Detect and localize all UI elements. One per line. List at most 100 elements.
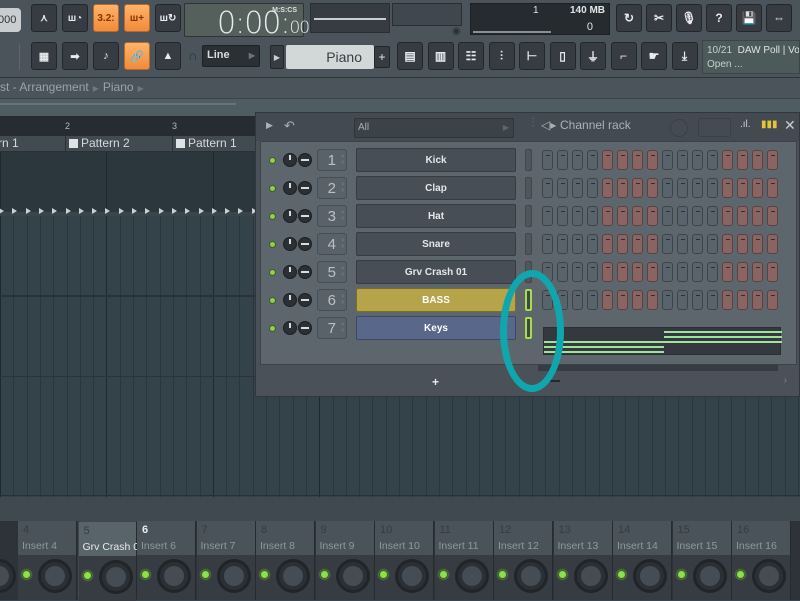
step-button[interactable]	[722, 178, 733, 198]
performance-button[interactable]: ⌐	[610, 42, 637, 70]
insert-enable-led[interactable]	[498, 570, 507, 579]
insert-enable-led[interactable]	[379, 570, 388, 579]
channel-button[interactable]: Clap	[356, 176, 516, 200]
step-button[interactable]	[602, 234, 613, 254]
mixer-track-field[interactable]: 2 › ‹	[317, 177, 347, 199]
insert-header[interactable]: 11 Insert 11	[434, 521, 493, 555]
graph-editor-icon[interactable]: .ıl.	[740, 119, 751, 130]
insert-header[interactable]: 10 Insert 10	[375, 521, 433, 555]
pan-knob[interactable]	[298, 265, 312, 279]
news-open-link[interactable]: Open ...	[707, 59, 743, 70]
channel-select-indicator[interactable]	[525, 205, 532, 227]
step-button[interactable]	[677, 178, 688, 198]
step-button[interactable]	[617, 290, 628, 310]
save-as-button[interactable]: ⇔	[766, 4, 792, 32]
mixer-track-field[interactable]: 4 › ‹	[317, 233, 347, 255]
step-button[interactable]	[767, 290, 778, 310]
step-button[interactable]	[587, 178, 598, 198]
step-button[interactable]	[632, 234, 643, 254]
step-button[interactable]	[737, 206, 748, 226]
channel-rack-button[interactable]: ☷	[458, 42, 484, 70]
download-button[interactable]: ⤓	[671, 42, 698, 70]
step-button[interactable]	[572, 234, 583, 254]
step-button[interactable]	[542, 206, 553, 226]
step-button[interactable]	[692, 290, 703, 310]
step-button[interactable]	[707, 206, 718, 226]
step-button[interactable]	[572, 262, 583, 282]
undo-icon[interactable]: ↶	[284, 118, 295, 134]
channel-button[interactable]: BASS	[356, 288, 516, 312]
step-button[interactable]	[677, 206, 688, 226]
insert-pan-knob[interactable]	[335, 559, 370, 593]
step-button[interactable]	[752, 234, 763, 254]
step-button[interactable]	[632, 178, 643, 198]
step-button[interactable]	[677, 290, 688, 310]
close-icon[interactable]: ✕	[784, 117, 796, 134]
step-button[interactable]	[722, 262, 733, 282]
insert-enable-led[interactable]	[260, 570, 269, 579]
browser-button[interactable]: ⊢	[519, 42, 545, 70]
step-button[interactable]	[662, 290, 673, 310]
mute-led[interactable]	[269, 325, 276, 332]
step-button[interactable]	[677, 234, 688, 254]
mixer-insert[interactable]: 16 Insert 16	[732, 521, 791, 600]
step-button[interactable]	[752, 206, 763, 226]
timeline-ruler[interactable]: 2 3	[0, 116, 256, 136]
pattern-clip[interactable]: rn 1	[0, 136, 66, 152]
step-button[interactable]	[692, 206, 703, 226]
step-button[interactable]	[602, 150, 613, 170]
step-button[interactable]: ♪	[93, 42, 119, 70]
mixer-insert[interactable]: 10 Insert 10	[375, 521, 434, 600]
mixer-insert[interactable]: 7 Insert 7	[196, 521, 256, 600]
step-button[interactable]	[722, 234, 733, 254]
step-button[interactable]	[767, 206, 778, 226]
save-button[interactable]: 💾	[736, 4, 762, 32]
step-button[interactable]	[602, 262, 613, 282]
insert-enable-led[interactable]	[319, 570, 329, 579]
insert-enable-led[interactable]	[736, 570, 745, 579]
add-channel-button[interactable]: +	[432, 375, 439, 389]
insert-pan-knob[interactable]	[514, 559, 548, 593]
step-button[interactable]	[632, 150, 643, 170]
insert-pan-knob[interactable]	[454, 559, 489, 593]
step-button[interactable]	[602, 290, 613, 310]
insert-pan-knob[interactable]	[38, 559, 72, 593]
piano-roll-preview[interactable]	[543, 327, 782, 355]
volume-knob[interactable]	[283, 293, 297, 307]
step-button[interactable]	[707, 178, 718, 198]
step-button[interactable]	[587, 150, 598, 170]
insert-pan-knob[interactable]	[692, 559, 727, 593]
step-button[interactable]	[722, 150, 733, 170]
mixer-track-field[interactable]: 5 › ‹	[317, 261, 347, 283]
channel-select-indicator[interactable]	[525, 177, 532, 199]
mixer-insert[interactable]: 8 Insert 8	[256, 521, 315, 600]
link-button[interactable]: 🔗	[124, 42, 150, 70]
step-button[interactable]	[557, 178, 568, 198]
plugin-button[interactable]: ⏚	[580, 42, 606, 70]
step-scrollbar[interactable]	[538, 365, 778, 371]
piano-roll-view-icon[interactable]: ▮▮▮	[761, 119, 778, 130]
step-button[interactable]	[737, 234, 748, 254]
breadcrumb-item[interactable]: st - Arrangement	[0, 80, 89, 94]
insert-enable-led[interactable]	[141, 570, 150, 579]
channel-filter-select[interactable]: All ▶	[354, 118, 514, 138]
loop-record-button[interactable]: ш↻	[155, 4, 181, 32]
insert-header[interactable]: 9 Insert 9	[315, 521, 374, 555]
mute-led[interactable]	[269, 269, 276, 276]
step-button[interactable]	[557, 262, 568, 282]
step-button[interactable]	[617, 178, 628, 198]
step-button[interactable]	[767, 178, 778, 198]
volume-knob[interactable]	[283, 153, 297, 167]
step-button[interactable]	[722, 206, 733, 226]
insert-enable-led[interactable]	[438, 570, 448, 579]
pattern-clip[interactable]: Pattern 1	[172, 136, 262, 152]
step-button[interactable]	[632, 262, 643, 282]
mixer-track-field[interactable]: 1 › ‹	[317, 149, 347, 171]
step-button[interactable]	[707, 290, 718, 310]
mixer-insert[interactable]: 6 Insert 6	[137, 521, 196, 600]
piano-roll-button[interactable]: ▥	[427, 42, 454, 70]
insert-header[interactable]: 12 Insert 12	[494, 521, 552, 555]
pan-knob[interactable]	[298, 293, 312, 307]
step-button[interactable]	[647, 234, 658, 254]
mixer-insert[interactable]: 5 Grv Crash 01	[77, 521, 145, 601]
